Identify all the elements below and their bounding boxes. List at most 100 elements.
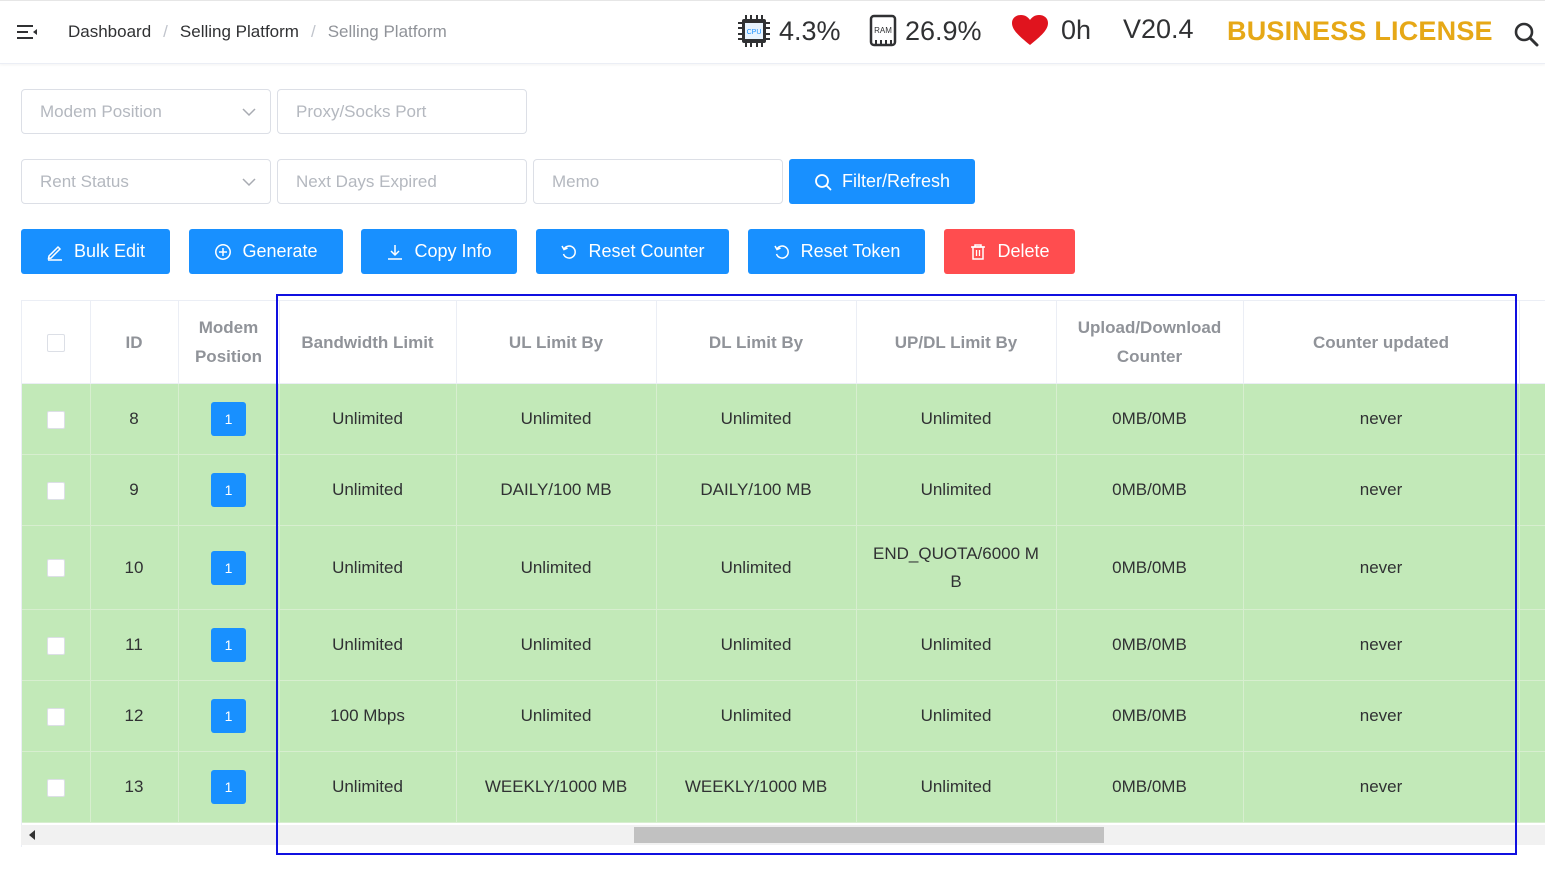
row-checkbox[interactable] xyxy=(46,636,65,655)
breadcrumb-current: Selling Platform xyxy=(327,22,447,41)
modem-position-badge[interactable]: 1 xyxy=(211,628,246,662)
refresh-icon xyxy=(773,243,791,261)
table-row[interactable]: 10 1 Unlimited Unlimited Unlimited END_QUOTA/… xyxy=(22,525,1545,610)
breadcrumb-dashboard[interactable]: Dashboard xyxy=(68,22,151,42)
search-icon[interactable] xyxy=(1513,21,1539,47)
rent-status-select[interactable] xyxy=(21,159,271,204)
id-cell: 11 xyxy=(90,609,179,681)
ul-limit-cell: WEEKLY/1000 MB xyxy=(456,751,657,823)
cpu-value: 4.3% xyxy=(779,15,841,46)
dl-limit-cell: Unlimited xyxy=(656,609,857,681)
version-value: V20.4 xyxy=(1123,14,1194,44)
uptime-value: 0h xyxy=(1061,14,1092,45)
column-header-counter-updated[interactable]: Counter updated xyxy=(1243,301,1520,384)
bandwidth-limit-cell: Unlimited xyxy=(279,751,457,823)
trash-icon xyxy=(969,243,987,261)
menu-icon[interactable] xyxy=(16,22,38,42)
reset-counter-label: Reset Counter xyxy=(588,241,705,261)
overflow-cell xyxy=(1519,454,1545,526)
breadcrumb-selling-platform[interactable]: Selling Platform xyxy=(180,22,299,42)
filter-refresh-button[interactable]: Filter/Refresh xyxy=(789,159,975,204)
column-header-ul-limit[interactable]: UL Limit By xyxy=(456,301,657,384)
modem-position-badge[interactable]: 1 xyxy=(211,550,246,585)
proxy-port-field[interactable] xyxy=(277,89,527,134)
memo-field[interactable] xyxy=(533,159,783,204)
generate-button[interactable]: Generate xyxy=(189,229,343,274)
counter-updated-cell: never xyxy=(1243,454,1520,526)
edit-icon xyxy=(46,243,64,261)
column-header-id[interactable]: ID xyxy=(90,301,179,384)
modem-position-badge[interactable]: 1 xyxy=(211,402,246,436)
updl-limit-cell: Unlimited xyxy=(856,383,1057,455)
modem-position-select[interactable] xyxy=(21,89,271,134)
dl-limit-cell: Unlimited xyxy=(656,680,857,752)
counter-cell: 0MB/0MB xyxy=(1056,383,1244,455)
row-checkbox[interactable] xyxy=(46,707,65,726)
modem-position-badge[interactable]: 1 xyxy=(211,699,246,733)
uptime: 0h xyxy=(1011,14,1091,46)
table-row[interactable]: 11 1 Unlimited Unlimited Unlimited Unlimited 0… xyxy=(22,609,1545,681)
generate-label: Generate xyxy=(242,241,318,261)
horizontal-scrollbar[interactable] xyxy=(21,825,1545,845)
updl-limit-cell: Unlimited xyxy=(856,454,1057,526)
column-header-updl-limit[interactable]: UP/DL Limit By xyxy=(856,301,1057,384)
updl-limit-cell: Unlimited xyxy=(856,751,1057,823)
scroll-left-icon[interactable] xyxy=(29,830,35,840)
row-checkbox[interactable] xyxy=(46,778,65,797)
row-checkbox[interactable] xyxy=(46,410,65,429)
overflow-cell xyxy=(1519,609,1545,681)
ram-icon-label: RAM xyxy=(874,26,892,35)
table-row[interactable]: 9 1 Unlimited DAILY/100 MB DAILY/100 MB Unlim… xyxy=(22,454,1545,526)
next-days-expired-input[interactable] xyxy=(278,160,526,203)
reset-token-label: Reset Token xyxy=(800,241,901,261)
overflow-cell xyxy=(1519,383,1545,455)
row-checkbox[interactable] xyxy=(46,559,65,578)
scrollbar-thumb[interactable] xyxy=(634,827,1104,843)
row-checkbox[interactable] xyxy=(46,481,65,500)
copy-info-button[interactable]: Copy Info xyxy=(361,229,517,274)
column-header-counter[interactable]: Upload/Download Counter xyxy=(1056,301,1244,384)
column-header-bandwidth-limit[interactable]: Bandwidth Limit xyxy=(279,301,457,384)
modem-position-input[interactable] xyxy=(22,90,270,133)
dl-limit-cell: Unlimited xyxy=(656,383,857,455)
column-header-dl-limit[interactable]: DL Limit By xyxy=(656,301,857,384)
modem-position-badge[interactable]: 1 xyxy=(211,770,246,804)
copy-info-label: Copy Info xyxy=(414,241,492,261)
bandwidth-limit-cell: Unlimited xyxy=(279,609,457,681)
filter-refresh-label: Filter/Refresh xyxy=(841,171,951,191)
cpu-icon: CPU xyxy=(737,14,771,48)
table-row[interactable]: 13 1 Unlimited WEEKLY/1000 MB WEEKLY/1000 MB… xyxy=(22,751,1545,823)
breadcrumb-separator: / xyxy=(310,22,316,41)
table-row[interactable]: 12 1 100 Mbps Unlimited Unlimited Unlimited 0M… xyxy=(22,680,1545,752)
delete-button[interactable]: Delete xyxy=(944,229,1075,274)
select-all-checkbox[interactable] xyxy=(46,334,65,353)
ram-value: 26.9% xyxy=(905,15,982,46)
reset-counter-button[interactable]: Reset Counter xyxy=(536,229,729,274)
memo-input[interactable] xyxy=(534,160,782,203)
modem-position-cell: 1 xyxy=(178,383,280,455)
counter-updated-cell: never xyxy=(1243,680,1520,752)
next-days-expired-field[interactable] xyxy=(277,159,527,204)
row-select-cell xyxy=(22,751,91,823)
plus-circle-icon xyxy=(214,243,232,261)
proxy-port-input[interactable] xyxy=(278,90,526,133)
dl-limit-cell: DAILY/100 MB xyxy=(656,454,857,526)
reset-token-button[interactable]: Reset Token xyxy=(748,229,925,274)
table-header-row: ID Modem Position Bandwidth Limit UL Limi… xyxy=(22,301,1545,384)
dl-limit-cell: Unlimited xyxy=(656,525,857,610)
breadcrumb-separator: / xyxy=(163,22,168,41)
bulk-edit-button[interactable]: Bulk Edit xyxy=(21,229,170,274)
breadcrumb: Dashboard / Selling Platform / Selling P… xyxy=(68,22,447,42)
modem-position-badge[interactable]: 1 xyxy=(211,473,246,507)
id-cell: 9 xyxy=(90,454,179,526)
counter-updated-cell: never xyxy=(1243,383,1520,455)
column-header-modem-position[interactable]: Modem Position xyxy=(178,301,280,384)
ram-usage: RAM 26.9% xyxy=(869,14,982,48)
table-row[interactable]: 8 1 Unlimited Unlimited Unlimited Unlimited 0M… xyxy=(22,383,1545,455)
modem-position-cell: 1 xyxy=(178,525,280,610)
bandwidth-limit-cell: Unlimited xyxy=(279,383,457,455)
id-cell: 10 xyxy=(90,525,179,610)
bandwidth-limit-cell: 100 Mbps xyxy=(279,680,457,752)
rent-status-input[interactable] xyxy=(22,160,270,203)
modem-position-cell: 1 xyxy=(178,454,280,526)
